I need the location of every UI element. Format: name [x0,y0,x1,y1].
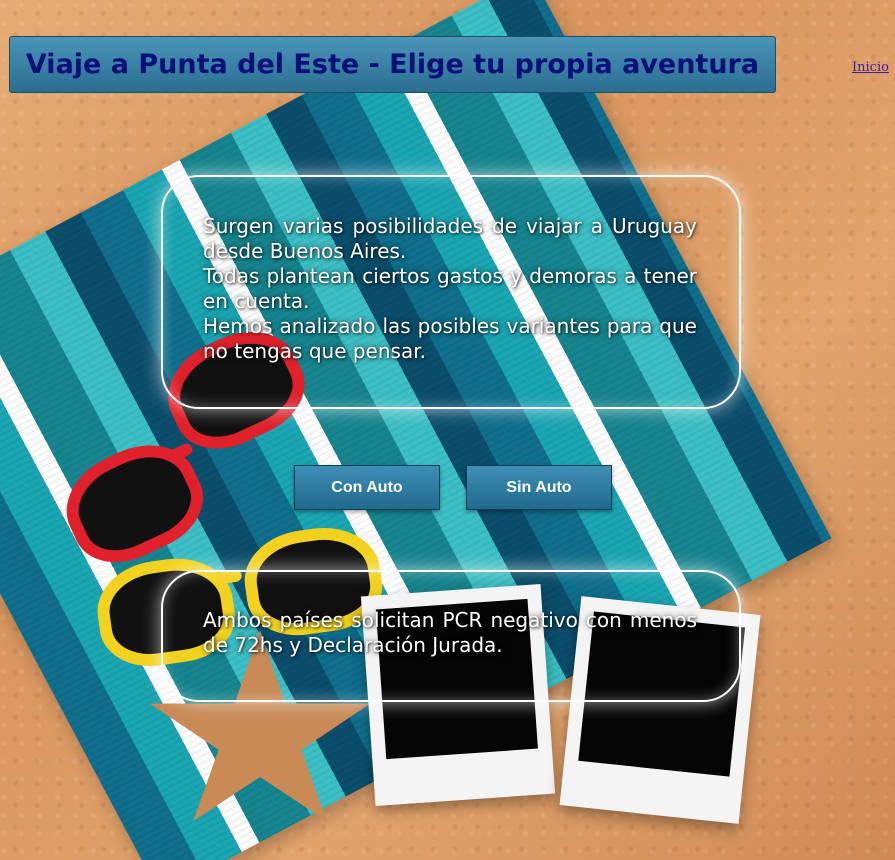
intro-line: Hemos analizado las posibles variantes p… [203,314,697,363]
nav-link-inicio[interactable]: Inicio [852,60,889,75]
beach-background [0,0,895,860]
notice-line: Ambos países solicitan PCR negativo con … [203,608,697,657]
page-title: Viaje a Punta del Este - Elige tu propia… [25,49,760,80]
intro-text: Surgen varias posibilidades de viajar a … [203,214,697,364]
con-auto-button[interactable]: Con Auto [294,465,440,510]
intro-line: Todas plantean ciertos gastos y demoras … [203,264,697,313]
notice-text: Ambos países solicitan PCR negativo con … [203,608,697,658]
sin-auto-button[interactable]: Sin Auto [466,465,612,510]
intro-line: Surgen varias posibilidades de viajar a … [203,214,697,263]
page-header: Viaje a Punta del Este - Elige tu propia… [9,36,776,93]
